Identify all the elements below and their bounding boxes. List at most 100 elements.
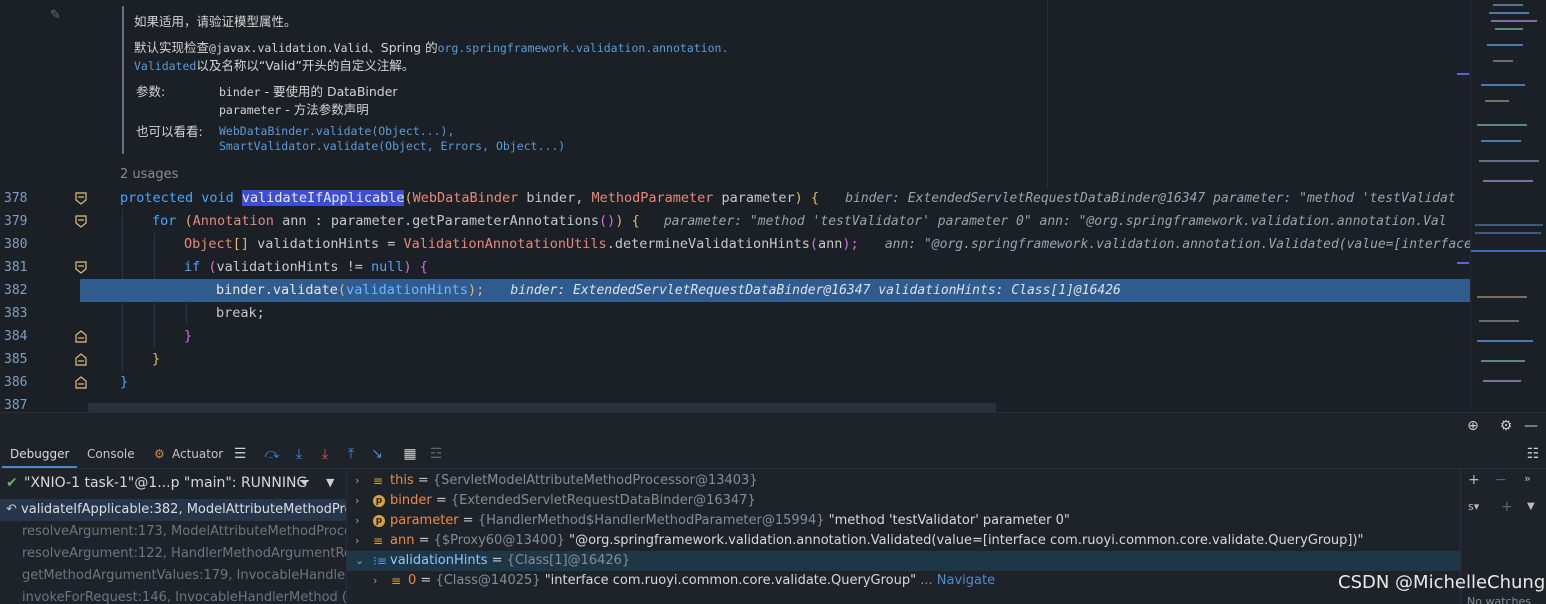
- line-number[interactable]: 387: [4, 394, 54, 412]
- evaluate-expression-icon[interactable]: ▦: [401, 445, 419, 463]
- line-number[interactable]: 384: [4, 325, 54, 348]
- code-line-380[interactable]: 380 Object[] validationHints = Validatio…: [0, 233, 1472, 256]
- force-step-into-icon[interactable]: ⤓: [316, 445, 334, 463]
- parameter-icon: p: [373, 495, 385, 507]
- javadoc-bar: [122, 6, 124, 154]
- method-name-highlight[interactable]: validateIfApplicable: [241, 190, 405, 206]
- doc-param-binder: binder - 要使用的 DataBinder: [219, 84, 398, 99]
- field-icon: ≡: [391, 574, 402, 588]
- layout-menu-icon[interactable]: ☰: [231, 445, 249, 463]
- code-line-385[interactable]: 385 }: [0, 348, 1470, 371]
- layout-options-icon[interactable]: ☷: [1524, 445, 1542, 463]
- step-into-icon[interactable]: ⤓: [290, 445, 308, 463]
- minimize-icon[interactable]: —: [1522, 417, 1540, 435]
- expand-arrow-icon[interactable]: ›: [355, 471, 367, 491]
- edit-pencil-icon[interactable]: ✎: [50, 8, 61, 23]
- chevron-down-icon[interactable]: ▼: [1527, 501, 1535, 512]
- stack-frame[interactable]: invokeForRequest:146, InvocableHandlerMe…: [0, 587, 346, 604]
- expand-arrow-icon[interactable]: ›: [373, 571, 385, 591]
- fold-marker-icon[interactable]: [75, 192, 87, 205]
- remove-watch-icon[interactable]: −: [1495, 472, 1507, 488]
- line-number[interactable]: 380: [4, 233, 54, 256]
- doc-link-annotation-pkg[interactable]: org.springframework.validation.annotatio…: [438, 41, 729, 55]
- line-number[interactable]: 379: [4, 210, 54, 233]
- usages-link[interactable]: 2 usages: [120, 167, 178, 182]
- inline-debug-hint: binder: ExtendedServletRequestDataBinder…: [845, 191, 1456, 206]
- code-line-384[interactable]: 384 }: [0, 325, 1470, 348]
- navigate-link[interactable]: Navigate: [937, 573, 995, 588]
- debug-window-header: ⊕ ⚙ —: [0, 413, 1546, 441]
- doc-see-label: 也可以看看:: [136, 124, 203, 139]
- collapse-arrow-icon[interactable]: ⌄: [355, 551, 367, 571]
- frames-panel: ✔ "XNIO-1 task-1"@1...p "main": RUNNING …: [0, 469, 347, 604]
- code-line-383[interactable]: 383 break;: [0, 302, 1470, 325]
- stack-frame[interactable]: resolveArgument:173, ModelAttributeMetho…: [0, 521, 346, 543]
- fold-end-icon[interactable]: [75, 376, 87, 389]
- line-number[interactable]: 383: [4, 302, 54, 325]
- crosshair-icon[interactable]: ⊕: [1464, 417, 1482, 435]
- doc-see-link-2[interactable]: SmartValidator.validate(Object, Errors, …: [219, 138, 565, 153]
- field-icon: ≡: [373, 474, 384, 488]
- run-to-cursor-icon[interactable]: ↘: [368, 445, 386, 463]
- code-line-378[interactable]: 378 protected void validateIfApplicable(…: [0, 187, 1470, 210]
- doc-param-parameter: parameter - 方法参数声明: [219, 102, 369, 117]
- check-icon: ✔: [6, 475, 18, 491]
- return-icon: ↶: [6, 502, 17, 517]
- code-line-382-current[interactable]: 382 binder.validate(validationHints); bi…: [4, 279, 1470, 302]
- variable-row-parameter[interactable]: › p parameter = {HandlerMethod$HandlerMe…: [347, 511, 1460, 531]
- sort-icon[interactable]: ꜱ▾: [1468, 500, 1479, 513]
- tab-console[interactable]: Console: [79, 441, 143, 468]
- variable-row-binder[interactable]: › p binder = {ExtendedServletRequestData…: [347, 491, 1460, 511]
- variable-row-hints-0[interactable]: › ≡ 0 = {Class@14025} "interface com.ruo…: [347, 571, 1460, 591]
- chevron-down-icon[interactable]: ▼: [326, 469, 334, 497]
- array-icon: ⁝≡: [373, 554, 387, 568]
- doc-description: 默认实现检查@javax.validation.Valid、Spring 的or…: [134, 40, 729, 55]
- doc-description-2: Validated以及名称以“Valid”开头的自定义注解。: [134, 58, 415, 73]
- stack-frame[interactable]: resolveArgument:122, HandlerMethodArgume…: [0, 543, 346, 565]
- horizontal-scrollbar[interactable]: [88, 403, 996, 412]
- doc-params-label: 参数:: [136, 84, 166, 99]
- expand-arrow-icon[interactable]: ›: [355, 491, 367, 511]
- doc-link-validated[interactable]: Validated: [134, 59, 196, 73]
- step-out-icon[interactable]: ⤒: [342, 445, 360, 463]
- doc-summary: 如果适用，请验证模型属性。: [134, 14, 297, 29]
- tab-actuator[interactable]: ⚙ Actuator: [152, 441, 231, 468]
- chevron-right-icon[interactable]: »: [1524, 472, 1531, 485]
- fold-end-icon[interactable]: [75, 330, 87, 343]
- code-line-381[interactable]: 381 if (validationHints != null) {: [0, 256, 1470, 279]
- debug-toolbar: Debugger Console ⚙ Actuator ☰ ⤼ ⤓ ⤓ ⤒ ↘ ▦…: [0, 441, 1546, 469]
- add-watch-icon[interactable]: +: [1468, 472, 1480, 488]
- doc-see-link-1[interactable]: WebDataBinder.validate(Object...),: [219, 123, 454, 138]
- line-number[interactable]: 381: [4, 256, 54, 279]
- parameter-icon: p: [373, 515, 385, 527]
- filter-icon[interactable]: ⏷: [299, 469, 310, 497]
- stack-frame[interactable]: ↶ validateIfApplicable:382, ModelAttribu…: [0, 499, 346, 521]
- step-over-icon[interactable]: ⤼: [263, 445, 281, 463]
- code-line-379[interactable]: 379 for (Annotation ann : parameter.getP…: [0, 210, 1470, 233]
- duplicate-watch-icon[interactable]: +: [1501, 499, 1513, 515]
- variable-row-validation-hints[interactable]: ⌄ ⁝≡ validationHints = {Class[1]@16426}: [347, 551, 1460, 571]
- fold-marker-icon[interactable]: [75, 261, 87, 274]
- stack-frame[interactable]: getMethodArgumentValues:179, InvocableHa…: [0, 565, 346, 587]
- watermark: CSDN @MichelleChung: [1338, 572, 1546, 593]
- field-icon: ≡: [373, 534, 384, 548]
- fold-end-icon[interactable]: [75, 353, 87, 366]
- variables-panel: › ≡ this = {ServletModelAttributeMethodP…: [347, 469, 1460, 604]
- line-number[interactable]: 385: [4, 348, 54, 371]
- code-minimap[interactable]: [1457, 0, 1546, 412]
- gear-icon[interactable]: ⚙: [1497, 417, 1515, 435]
- line-number[interactable]: 378: [4, 187, 54, 210]
- line-number[interactable]: 386: [4, 371, 54, 394]
- variable-row-ann[interactable]: › ≡ ann = {$Proxy60@13400} "@org.springf…: [347, 531, 1460, 551]
- thread-selector[interactable]: ✔ "XNIO-1 task-1"@1...p "main": RUNNING …: [0, 469, 346, 497]
- trace-stream-icon[interactable]: ☲: [427, 445, 445, 463]
- code-line-386[interactable]: 386 }: [0, 371, 1470, 394]
- expand-arrow-icon[interactable]: ›: [355, 511, 367, 531]
- inline-debug-hint: ann: "@org.springframework.validation.an…: [884, 237, 1472, 252]
- line-number[interactable]: 382: [4, 279, 54, 302]
- fold-marker-icon[interactable]: [75, 215, 87, 228]
- expand-arrow-icon[interactable]: ›: [355, 531, 367, 551]
- code-editor[interactable]: ✎ 如果适用，请验证模型属性。 默认实现检查@javax.validation.…: [0, 0, 1546, 412]
- tab-debugger[interactable]: Debugger: [2, 441, 78, 468]
- variable-row-this[interactable]: › ≡ this = {ServletModelAttributeMethodP…: [347, 471, 1460, 491]
